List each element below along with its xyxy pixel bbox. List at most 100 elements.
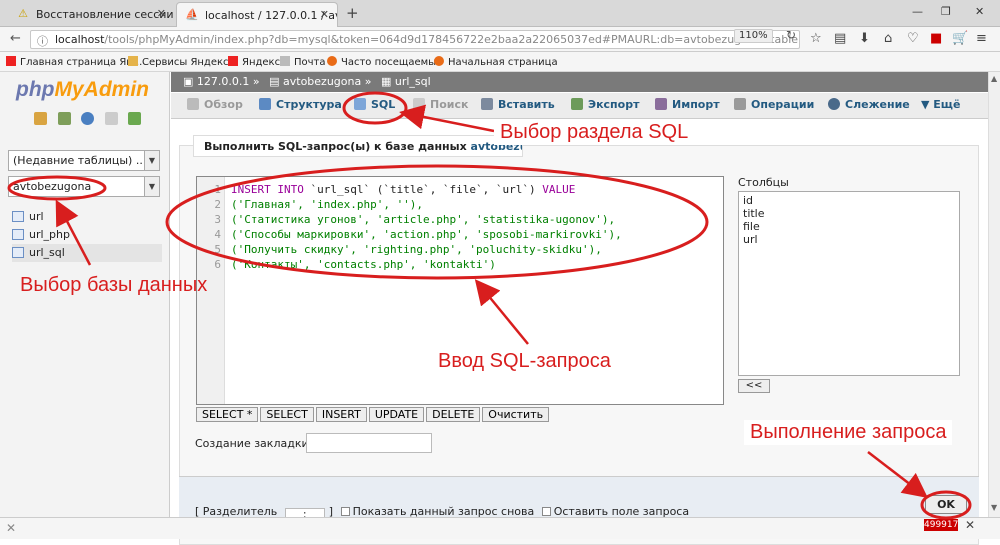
bookmark-yandex[interactable]: Яндекс bbox=[228, 56, 280, 68]
tab-more[interactable]: ▼ Ещё bbox=[921, 98, 960, 111]
database-select[interactable]: avtobezugona ▼ bbox=[8, 176, 160, 197]
export-icon bbox=[571, 98, 583, 110]
code-line: 6 ('Контакты', 'contacts.php', 'kontakti'… bbox=[214, 258, 496, 271]
yandex-icon bbox=[228, 56, 238, 66]
query-template-buttons: SELECT * SELECT INSERT UPDATE DELETE Очистить bbox=[196, 407, 551, 422]
tab-structure[interactable]: Структура bbox=[259, 98, 342, 111]
code-line: 1 INSERT INTO `url_sql` (`title`, `file`,… bbox=[214, 183, 576, 196]
tab-operations[interactable]: Операции bbox=[734, 98, 814, 111]
search-icon bbox=[413, 98, 425, 110]
close-icon[interactable]: ✕ bbox=[965, 518, 975, 532]
url-host: localhost bbox=[55, 33, 105, 46]
columns-list[interactable]: id title file url bbox=[738, 191, 960, 376]
window-close-icon[interactable]: ✕ bbox=[975, 5, 984, 18]
update-button[interactable]: UPDATE bbox=[368, 407, 425, 422]
close-tab-icon[interactable]: ✕ bbox=[320, 8, 329, 21]
tab-export[interactable]: Экспорт bbox=[571, 98, 639, 111]
clear-button[interactable]: Очистить bbox=[482, 407, 550, 422]
insert-button[interactable]: INSERT bbox=[315, 407, 367, 422]
reload-nav-icon[interactable] bbox=[128, 112, 141, 125]
columns-panel: Столбцы id title file url << bbox=[738, 176, 978, 393]
close-icon[interactable]: ✕ bbox=[6, 521, 16, 535]
keep-box-checkbox[interactable] bbox=[541, 507, 551, 516]
scroll-up-icon[interactable]: ▲ bbox=[991, 74, 997, 83]
column-option[interactable]: id bbox=[743, 194, 955, 207]
scroll-down-icon[interactable]: ▼ bbox=[991, 503, 997, 512]
browser-tab-session-restore[interactable]: ⚠ Восстановление сессии ✕ bbox=[8, 2, 174, 27]
bookmark-label: Создание закладки: bbox=[195, 437, 313, 450]
nav-icon-row bbox=[34, 112, 148, 128]
back-icon[interactable]: ← bbox=[10, 31, 21, 46]
tab-search[interactable]: Поиск bbox=[413, 98, 468, 111]
show-query-checkbox[interactable] bbox=[340, 507, 350, 516]
column-option[interactable]: url bbox=[743, 233, 955, 246]
help-icon[interactable] bbox=[81, 112, 94, 125]
browser-tab-phpmyadmin[interactable]: ⛵ localhost / 127.0.0.1 / avtob ✕ bbox=[176, 2, 338, 27]
docs-icon[interactable] bbox=[104, 112, 118, 125]
reload-icon[interactable]: ↻ bbox=[786, 28, 796, 42]
code-line: 5 ('Получить скидку', 'righting.php', 'po… bbox=[214, 243, 602, 256]
chevron-down-icon: ▼ bbox=[144, 151, 159, 170]
reading-list-icon[interactable]: ▤ bbox=[834, 31, 846, 46]
cart-icon[interactable]: 🛒 bbox=[952, 31, 968, 46]
query-options-bar: [ Разделитель ;] Показать данный запрос … bbox=[179, 476, 979, 522]
annotation-execute: Выполнение запроса bbox=[744, 420, 953, 445]
page-scrollbar[interactable]: ▲ ▼ bbox=[988, 72, 1000, 517]
adblock-icon[interactable]: ■ bbox=[930, 31, 942, 46]
page-icon bbox=[280, 56, 290, 66]
browse-icon bbox=[187, 98, 199, 110]
firefox-icon bbox=[434, 56, 444, 66]
wrench-icon bbox=[734, 98, 746, 110]
status-bar: ✕ bbox=[0, 517, 1000, 539]
menu-icon[interactable]: ≡ bbox=[976, 31, 987, 46]
breadcrumb-database[interactable]: ▤ avtobezugona » bbox=[269, 75, 371, 88]
close-tab-icon[interactable]: ✕ bbox=[157, 7, 166, 20]
bookmark-yandex-home[interactable]: Главная страница Ян... bbox=[6, 56, 142, 68]
delete-button[interactable]: DELETE bbox=[426, 407, 481, 422]
bookmark-most-visited[interactable]: Часто посещаемые bbox=[327, 56, 442, 68]
logout-icon[interactable] bbox=[57, 112, 71, 125]
bookmark-mail[interactable]: Почта bbox=[280, 56, 326, 68]
download-icon[interactable]: ⬇ bbox=[859, 31, 870, 46]
visit-counter: 499917 bbox=[924, 519, 959, 531]
recent-tables-select[interactable]: (Недавние таблицы) ... ▼ bbox=[8, 150, 160, 171]
structure-icon bbox=[259, 98, 271, 110]
home-icon[interactable] bbox=[34, 112, 47, 125]
table-icon bbox=[12, 247, 24, 258]
table-list: url url_php url_sql bbox=[12, 208, 162, 262]
insert-column-button[interactable]: << bbox=[738, 379, 770, 393]
info-icon[interactable]: ⓘ bbox=[37, 33, 48, 48]
table-item-url[interactable]: url bbox=[12, 208, 162, 226]
column-option[interactable]: title bbox=[743, 207, 955, 220]
bookmark-yandex-services[interactable]: Сервисы Яндекса bbox=[128, 56, 235, 68]
new-tab-icon[interactable]: + bbox=[346, 4, 359, 22]
go-button[interactable]: OK bbox=[925, 495, 967, 514]
breadcrumb-server[interactable]: ▣ 127.0.0.1 » bbox=[183, 75, 260, 88]
phpmyadmin-logo[interactable]: phpMyAdmin bbox=[16, 78, 149, 102]
insert-icon bbox=[481, 98, 493, 110]
eye-icon bbox=[828, 98, 840, 110]
annotation-db-select: Выбор базы данных bbox=[20, 274, 208, 296]
code-line: 4 ('Способы маркировки', 'action.php', 's… bbox=[214, 228, 622, 241]
restore-icon[interactable]: ❐ bbox=[941, 5, 951, 18]
url-field[interactable]: ⓘ localhost/tools/phpMyAdmin/index.php?d… bbox=[30, 30, 800, 49]
minimize-icon[interactable]: — bbox=[912, 5, 923, 18]
zoom-level[interactable]: 110% bbox=[734, 29, 773, 43]
tab-insert[interactable]: Вставить bbox=[481, 98, 555, 111]
pocket-icon[interactable]: ♡ bbox=[907, 31, 919, 46]
phpmyadmin-favicon: ⛵ bbox=[185, 8, 199, 21]
table-item-url-sql[interactable]: url_sql bbox=[12, 244, 162, 262]
bookmark-start-page[interactable]: Начальная страница bbox=[434, 56, 558, 68]
home-icon[interactable]: ⌂ bbox=[884, 31, 892, 46]
select-button[interactable]: SELECT bbox=[260, 407, 314, 422]
table-item-url-php[interactable]: url_php bbox=[12, 226, 162, 244]
tab-sql[interactable]: SQL bbox=[354, 98, 395, 111]
bookmark-star-icon[interactable]: ☆ bbox=[810, 31, 822, 46]
tab-tracking[interactable]: Слежение bbox=[828, 98, 910, 111]
tab-browse[interactable]: Обзор bbox=[187, 98, 243, 111]
bookmark-input[interactable] bbox=[306, 433, 432, 453]
tab-import[interactable]: Импорт bbox=[655, 98, 720, 111]
breadcrumb-table[interactable]: ▦ url_sql bbox=[381, 75, 431, 88]
column-option[interactable]: file bbox=[743, 220, 955, 233]
select-all-button[interactable]: SELECT * bbox=[196, 407, 259, 422]
